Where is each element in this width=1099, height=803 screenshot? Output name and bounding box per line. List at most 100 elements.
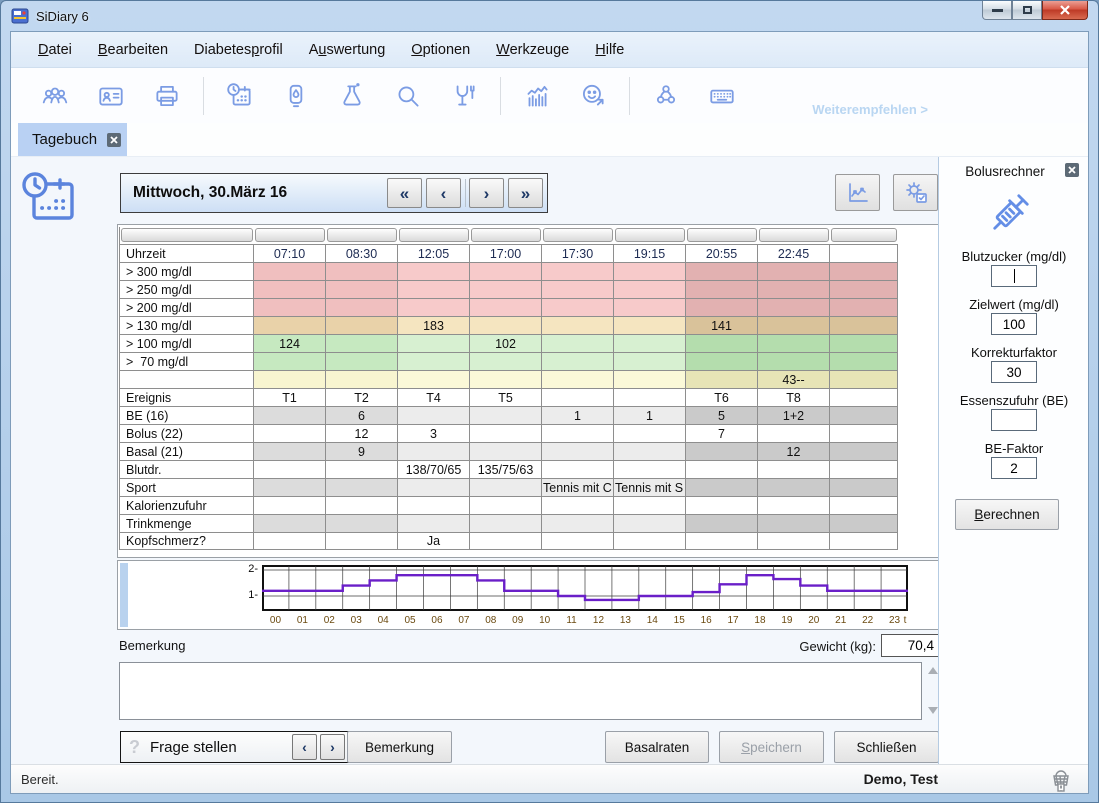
diary-cell[interactable] [614, 533, 686, 549]
diary-cell[interactable] [542, 425, 614, 442]
diary-cell[interactable] [614, 317, 686, 334]
diary-cell[interactable]: 12 [758, 443, 830, 460]
diary-cell[interactable] [470, 371, 542, 388]
column-header-button[interactable] [327, 228, 397, 242]
diary-cell[interactable] [830, 389, 898, 406]
diary-cell[interactable] [398, 371, 470, 388]
diary-cell[interactable] [686, 515, 758, 532]
diary-cell[interactable]: 1+2 [758, 407, 830, 424]
diary-cell[interactable] [470, 299, 542, 316]
bolus-input-essenszufuhr[interactable] [991, 409, 1037, 431]
diary-cell[interactable] [686, 479, 758, 496]
diary-cell[interactable] [254, 371, 326, 388]
diary-cell[interactable] [470, 281, 542, 298]
diary-cell[interactable] [326, 533, 398, 549]
diary-cell[interactable] [254, 461, 326, 478]
diary-cell[interactable] [542, 515, 614, 532]
diary-cell[interactable]: 43-- [758, 371, 830, 388]
diary-cell[interactable] [758, 533, 830, 549]
diary-cell[interactable] [758, 515, 830, 532]
toolbar-button-printer[interactable] [144, 75, 190, 117]
diary-cell[interactable] [398, 263, 470, 280]
diary-cell[interactable] [758, 497, 830, 514]
diary-cell[interactable] [542, 317, 614, 334]
tab-close-button[interactable] [107, 133, 121, 147]
diary-cell[interactable]: 1 [542, 407, 614, 424]
diary-cell[interactable] [830, 497, 898, 514]
diary-cell[interactable] [326, 515, 398, 532]
diary-cell[interactable] [254, 317, 326, 334]
diary-cell[interactable] [254, 533, 326, 549]
diary-cell[interactable] [398, 515, 470, 532]
frage-prev-button[interactable]: ‹ [292, 734, 317, 760]
diary-cell[interactable] [326, 263, 398, 280]
diary-cell[interactable]: T5 [470, 389, 542, 406]
diary-cell[interactable] [758, 263, 830, 280]
diary-cell[interactable] [470, 263, 542, 280]
basal-chart-handle[interactable] [120, 563, 128, 627]
scroll-up-icon[interactable] [928, 667, 938, 674]
column-header-button[interactable] [543, 228, 613, 242]
close-button[interactable] [1042, 1, 1088, 20]
diary-cell[interactable]: Tennis mit C [542, 479, 614, 496]
diary-cell[interactable]: T2 [326, 389, 398, 406]
diary-cell[interactable]: 12 [326, 425, 398, 442]
diary-cell[interactable] [758, 299, 830, 316]
diary-cell[interactable] [254, 515, 326, 532]
toolbar-button-calendar-clock[interactable] [217, 75, 263, 117]
diary-cell[interactable] [758, 353, 830, 370]
frage-stellen-widget[interactable]: ? Frage stellen ‹ › [120, 731, 349, 763]
diary-cell[interactable] [470, 425, 542, 442]
diary-cell[interactable] [326, 479, 398, 496]
toolbar-button-people[interactable] [32, 75, 78, 117]
diary-cell[interactable] [614, 461, 686, 478]
diary-cell[interactable] [830, 461, 898, 478]
maximize-button[interactable] [1012, 1, 1042, 20]
diary-cell[interactable] [758, 317, 830, 334]
diary-cell[interactable] [614, 515, 686, 532]
diary-cell[interactable] [830, 299, 898, 316]
diary-cell[interactable] [686, 281, 758, 298]
diary-cell[interactable] [542, 299, 614, 316]
schliessen-button[interactable]: Schließen [834, 731, 939, 763]
diary-cell[interactable] [830, 443, 898, 460]
diary-cell[interactable] [254, 407, 326, 424]
recommend-link[interactable]: Weiterempfehlen > [812, 102, 928, 117]
diary-cell[interactable] [758, 425, 830, 442]
diary-cell[interactable] [830, 281, 898, 298]
diary-cell[interactable]: T1 [254, 389, 326, 406]
menu-optionen[interactable]: Optionen [398, 36, 483, 64]
diary-cell[interactable] [614, 389, 686, 406]
diary-cell[interactable] [470, 497, 542, 514]
diary-cell[interactable] [398, 497, 470, 514]
diary-cell[interactable]: 124 [254, 335, 326, 352]
diary-cell[interactable] [326, 461, 398, 478]
menu-hilfe[interactable]: Hilfe [582, 36, 637, 64]
menu-datei[interactable]: Datei [25, 36, 85, 64]
diary-cell[interactable] [326, 299, 398, 316]
diary-cell[interactable] [830, 353, 898, 370]
diary-cell[interactable] [254, 281, 326, 298]
diary-cell[interactable] [470, 317, 542, 334]
menu-diabetesprofil[interactable]: Diabetesprofil [181, 36, 296, 64]
diary-cell[interactable] [830, 335, 898, 352]
diary-cell[interactable] [830, 515, 898, 532]
diary-cell[interactable]: Tennis mit S [614, 479, 686, 496]
diary-cell[interactable] [614, 353, 686, 370]
diary-cell[interactable]: 5 [686, 407, 758, 424]
minimize-button[interactable] [982, 1, 1012, 20]
diary-cell[interactable] [830, 317, 898, 334]
diary-cell[interactable] [470, 407, 542, 424]
column-header-button[interactable] [831, 228, 897, 242]
diary-cell[interactable] [254, 263, 326, 280]
diary-cell[interactable] [254, 443, 326, 460]
bolus-input-korrekturfaktor[interactable]: 30 [991, 361, 1037, 383]
diary-cell[interactable] [830, 263, 898, 280]
diary-cell[interactable] [542, 533, 614, 549]
diary-cell[interactable] [398, 281, 470, 298]
diary-cell[interactable] [326, 371, 398, 388]
tab-tagebuch[interactable]: Tagebuch [18, 123, 127, 156]
graph-view-button[interactable] [835, 174, 880, 211]
toolbar-button-id-card[interactable] [88, 75, 134, 117]
diary-cell[interactable] [830, 425, 898, 442]
